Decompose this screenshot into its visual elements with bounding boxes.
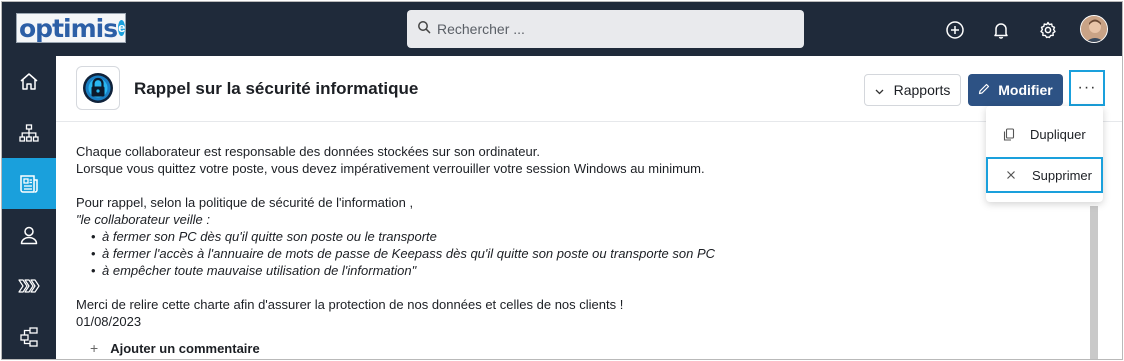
search-icon bbox=[417, 20, 431, 39]
copy-icon bbox=[1002, 127, 1016, 141]
sidebar-item-processus[interactable] bbox=[2, 260, 56, 311]
menu-item-label: Supprimer bbox=[1032, 167, 1092, 183]
more-icon: ··· bbox=[1077, 79, 1097, 96]
user-avatar[interactable] bbox=[1080, 15, 1108, 43]
scrollbar[interactable] bbox=[1090, 206, 1098, 359]
menu-item-supprimer[interactable]: Supprimer bbox=[986, 157, 1103, 193]
main-panel: Rappel sur la sécurité informatique Rapp… bbox=[56, 56, 1122, 359]
sidebar-item-actualites[interactable] bbox=[2, 158, 56, 209]
rapports-label: Rapports bbox=[893, 82, 951, 98]
plus-icon: + bbox=[90, 340, 99, 356]
news-icon bbox=[20, 174, 38, 193]
add-comment-label: Ajouter un commentaire bbox=[110, 340, 260, 356]
article-header: Rappel sur la sécurité informatique Rapp… bbox=[56, 56, 1122, 122]
sidebar-item-cartographie[interactable] bbox=[2, 311, 56, 359]
menu-item-label: Dupliquer bbox=[1030, 126, 1086, 142]
list-item: à empêcher toute mauvaise utilisation de… bbox=[91, 262, 1076, 279]
org-chart-icon bbox=[19, 123, 39, 142]
rules-list: à fermer son PC dès qu'il quitte son pos… bbox=[76, 228, 1076, 279]
search-input[interactable] bbox=[437, 21, 777, 37]
chevrons-icon bbox=[18, 278, 40, 293]
bell-icon[interactable] bbox=[990, 19, 1012, 41]
quote-line: "le collaborateur veille : bbox=[76, 212, 210, 227]
top-bar: optimis e bbox=[2, 2, 1122, 56]
sidebar-item-organisation[interactable] bbox=[2, 107, 56, 158]
modifier-button[interactable]: Modifier bbox=[968, 74, 1063, 106]
article-body: Chaque collaborateur est responsable des… bbox=[76, 143, 1076, 330]
home-icon bbox=[20, 72, 38, 90]
list-item: à fermer son PC dès qu'il quitte son pos… bbox=[91, 228, 1076, 245]
gear-icon[interactable] bbox=[1037, 19, 1059, 41]
person-icon bbox=[20, 226, 38, 244]
rapports-button[interactable]: Rapports bbox=[864, 74, 961, 106]
search-box[interactable] bbox=[407, 10, 804, 48]
body-line: Lorsque vous quittez votre poste, vous d… bbox=[76, 161, 705, 176]
more-options-menu: Dupliquer Supprimer bbox=[986, 106, 1103, 202]
close-icon bbox=[1004, 168, 1018, 182]
body-line: Pour rappel, selon la politique de sécur… bbox=[76, 195, 414, 210]
add-comment-button[interactable]: + Ajouter un commentaire bbox=[90, 340, 260, 356]
optimise-logo[interactable]: optimis e bbox=[16, 13, 126, 43]
sidebar bbox=[2, 56, 56, 359]
pencil-icon bbox=[978, 82, 990, 98]
modifier-label: Modifier bbox=[998, 82, 1053, 98]
plus-circle-icon[interactable] bbox=[944, 19, 966, 41]
app-window: optimis e Rechercher ... Rappel sur la s… bbox=[1, 1, 1123, 360]
body-line: Merci de relire cette charte afin d'assu… bbox=[76, 297, 624, 312]
logo-text: optimis bbox=[19, 13, 118, 43]
sidebar-item-home[interactable] bbox=[2, 56, 56, 107]
chevron-down-icon bbox=[875, 82, 884, 98]
list-item: à fermer l'accès à l'annuaire de mots de… bbox=[91, 245, 1076, 262]
sidebar-item-personnes[interactable] bbox=[2, 209, 56, 260]
security-lock-icon bbox=[76, 66, 120, 110]
page-title: Rappel sur la sécurité informatique bbox=[134, 79, 419, 98]
logo-badge: e bbox=[118, 20, 126, 36]
body-line: Chaque collaborateur est responsable des… bbox=[76, 144, 540, 159]
menu-item-dupliquer[interactable]: Dupliquer bbox=[986, 116, 1103, 152]
article-date: 01/08/2023 bbox=[76, 314, 142, 329]
process-icon bbox=[20, 326, 38, 347]
more-options-button[interactable]: ··· bbox=[1069, 70, 1105, 106]
